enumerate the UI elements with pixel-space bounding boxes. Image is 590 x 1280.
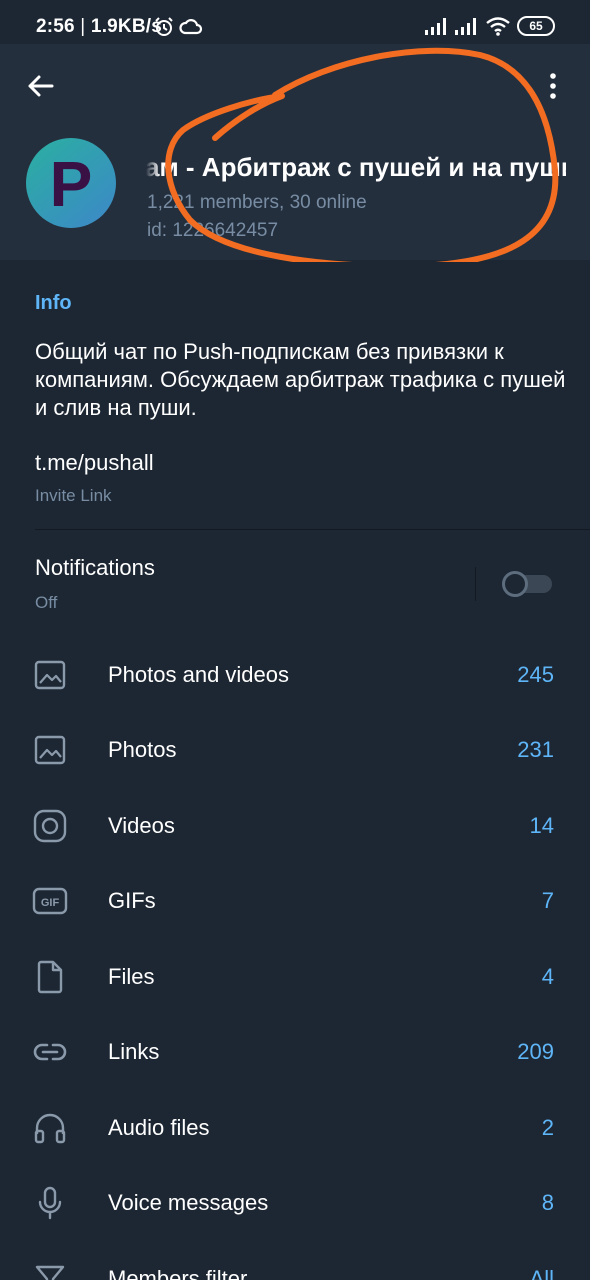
info-section: Info Общий чат по Push-подпискам без при… (0, 262, 590, 530)
media-label: Photos and videos (108, 662, 290, 687)
photo-icon (34, 660, 66, 690)
chat-header: P кам - Арбитраж с пушей и на пуши 1,221… (0, 44, 590, 260)
media-count: 8 (541, 1190, 554, 1215)
media-count: 4 (541, 964, 554, 989)
toggle-knob (502, 571, 528, 597)
members-count: 1,221 members, 30 online (147, 192, 367, 213)
media-row-photos[interactable]: Photos 231 (0, 712, 590, 787)
media-row-videos[interactable]: Videos 14 (0, 788, 590, 863)
network-speed: 1.9KB/s (90, 16, 163, 37)
notifications-toggle[interactable] (502, 571, 554, 597)
wifi-icon (486, 17, 510, 36)
media-row-members-filter[interactable]: Members filter All (0, 1241, 590, 1280)
chat-id: id: 1226642457 (147, 220, 279, 241)
section-divider (35, 529, 590, 530)
link-icon (33, 1043, 67, 1061)
microphone-icon (38, 1186, 62, 1220)
svg-text:GIF: GIF (41, 897, 60, 909)
back-arrow-icon[interactable] (20, 66, 64, 106)
status-bar: 2:56 | 1.9KB/s 65 (0, 0, 590, 44)
media-label: Links (108, 1039, 160, 1064)
info-heading: Info (35, 292, 72, 314)
media-row-links[interactable]: Links 209 (0, 1014, 590, 1089)
media-row-files[interactable]: Files 4 (0, 939, 590, 1014)
notifications-separator (475, 567, 476, 601)
media-count: 7 (541, 888, 554, 913)
media-count: 231 (517, 737, 554, 762)
photo-icon (34, 735, 66, 765)
signal-icon-2 (455, 18, 476, 35)
media-row-audio[interactable]: Audio files 2 (0, 1090, 590, 1165)
media-row-photos-videos[interactable]: Photos and videos 245 (0, 637, 590, 712)
media-row-gifs[interactable]: GIF GIFs 7 (0, 863, 590, 938)
more-menu-icon[interactable] (536, 66, 570, 106)
media-count: All (529, 1266, 554, 1280)
media-label: GIFs (108, 888, 156, 913)
battery-icon: 65 (517, 16, 555, 36)
media-label: Members filter (108, 1266, 248, 1280)
invite-link-caption: Invite Link (35, 486, 112, 505)
clock-text: 2:56 (36, 16, 75, 37)
headphones-icon (34, 1113, 66, 1144)
chat-description: Общий чат по Push-подпискам без привязки… (35, 339, 566, 420)
media-count: 2 (541, 1115, 554, 1140)
media-row-voice[interactable]: Voice messages 8 (0, 1165, 590, 1240)
media-label: Voice messages (108, 1190, 269, 1215)
chat-avatar[interactable]: P (26, 138, 116, 228)
cloud-icon (179, 19, 203, 35)
title-fade (146, 150, 160, 186)
status-time: 2:56 | 1.9KB/s (36, 16, 162, 38)
chat-title-container: кам - Арбитраж с пушей и на пуши (146, 150, 566, 186)
gif-icon: GIF (32, 887, 68, 915)
media-label: Photos (108, 737, 177, 762)
avatar-letter: P (49, 148, 93, 220)
chat-title: кам - Арбитраж с пушей и на пуши (146, 152, 566, 182)
battery-level: 65 (529, 19, 543, 33)
media-count: 245 (517, 662, 554, 687)
filter-icon (35, 1265, 65, 1280)
alarm-icon (155, 17, 173, 36)
notifications-label: Notifications (35, 555, 155, 580)
file-icon (37, 960, 63, 994)
video-icon (33, 809, 67, 843)
signal-icon-1 (425, 18, 446, 35)
invite-link[interactable]: t.me/pushall (35, 450, 154, 476)
media-count: 209 (517, 1039, 554, 1064)
media-label: Files (108, 964, 155, 989)
media-label: Audio files (108, 1115, 210, 1140)
media-label: Videos (108, 813, 175, 838)
media-count: 14 (529, 813, 554, 838)
notifications-row[interactable]: Notifications Off (0, 531, 590, 631)
status-separator: | (74, 16, 91, 37)
notifications-status: Off (35, 593, 58, 612)
